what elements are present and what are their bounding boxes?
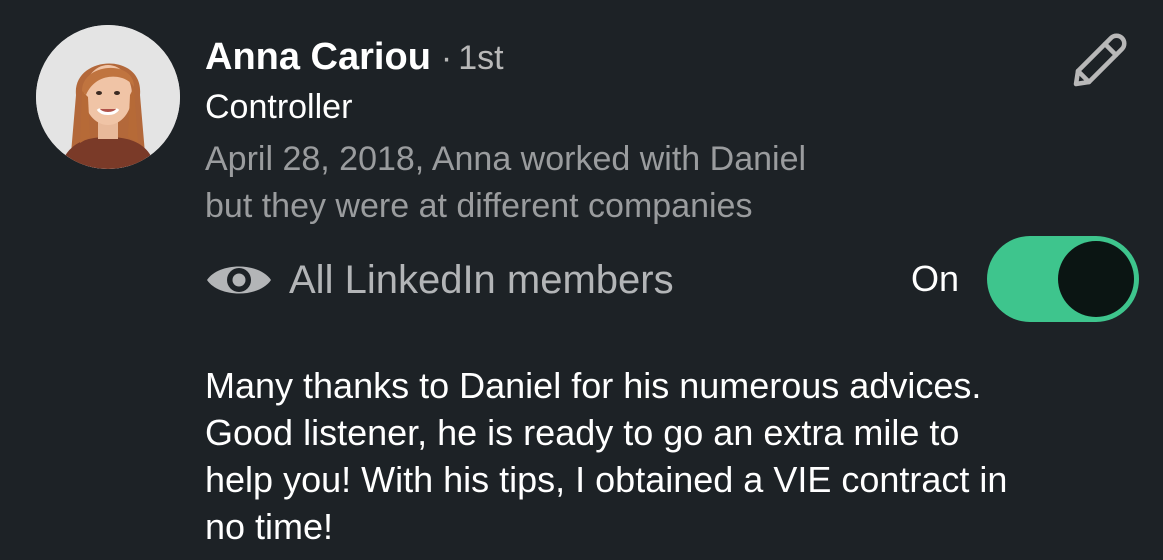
- name-line: Anna Cariou · 1st: [205, 36, 504, 79]
- recommendation-text: Many thanks to Daniel for his numerous a…: [205, 362, 1135, 550]
- toggle-knob: [1058, 241, 1134, 317]
- toggle-label: On: [911, 258, 960, 299]
- pencil-icon: [1073, 33, 1127, 87]
- recommendation-text-line: no time!: [205, 506, 334, 547]
- connection-degree: 1st: [458, 39, 504, 77]
- relationship-line: but they were at different companies: [205, 187, 753, 225]
- member-headline: Controller: [205, 88, 353, 126]
- visibility-label: All LinkedIn members: [289, 257, 674, 302]
- separator-dot: ·: [440, 39, 453, 77]
- recommendation-text-line: help you! With his tips, I obtained a VI…: [205, 459, 1008, 500]
- recommendation-card: Anna Cariou · 1st Controller April 28, 201…: [0, 0, 1163, 560]
- relationship-line: April 28, 2018, Anna worked with Daniel: [205, 140, 807, 178]
- recommendation-text-line: Many thanks to Daniel for his numerous a…: [205, 365, 982, 406]
- avatar[interactable]: [36, 25, 180, 169]
- relationship-description: April 28, 2018, Anna worked with Daniel …: [205, 136, 806, 230]
- edit-button[interactable]: [1064, 28, 1132, 96]
- member-name[interactable]: Anna Cariou: [205, 36, 431, 78]
- profile-photo: [36, 25, 180, 169]
- show-recommendation-toggle[interactable]: [987, 236, 1139, 322]
- visibility-setting: All LinkedIn members: [205, 254, 674, 306]
- eye-icon: [205, 254, 273, 306]
- recommendation-text-line: Good listener, he is ready to go an extr…: [205, 412, 960, 453]
